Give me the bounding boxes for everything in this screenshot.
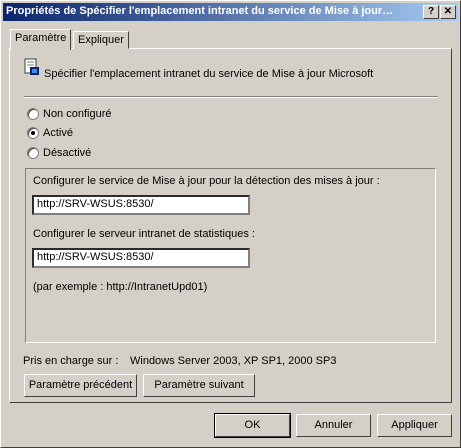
ok-button[interactable]: OK xyxy=(214,413,291,438)
next-setting-button[interactable]: Paramètre suivant xyxy=(143,374,255,397)
supported-value: Windows Server 2003, XP SP1, 2000 SP3 xyxy=(130,355,337,367)
previous-setting-button[interactable]: Paramètre précédent xyxy=(24,374,137,397)
radio-label-non-configure[interactable]: Non configuré xyxy=(43,108,112,120)
policy-heading: Spécifier l'emplacement intranet du serv… xyxy=(44,68,374,80)
radio-non-configure[interactable] xyxy=(27,108,39,120)
radio-desactive[interactable] xyxy=(27,147,39,159)
stats-server-label: Configurer le serveur intranet de statis… xyxy=(33,228,255,240)
cancel-button[interactable]: Annuler xyxy=(296,414,371,437)
example-text: (par exemple : http://IntranetUpd01) xyxy=(33,281,208,293)
update-service-label: Configurer le service de Mise à jour pou… xyxy=(33,175,380,187)
separator xyxy=(24,96,438,98)
stats-server-input[interactable]: http://SRV-WSUS:8530/ xyxy=(32,248,250,268)
radio-label-active[interactable]: Activé xyxy=(43,127,73,139)
radio-label-desactive[interactable]: Désactivé xyxy=(43,147,91,159)
radio-active[interactable] xyxy=(27,127,39,139)
update-service-input[interactable]: http://SRV-WSUS:8530/ xyxy=(32,195,250,215)
tab-expliquer[interactable]: Expliquer xyxy=(73,31,129,49)
close-button[interactable]: ✕ xyxy=(440,5,456,19)
title-bar[interactable]: Propriétés de Spécifier l'emplacement in… xyxy=(3,3,458,21)
tab-parametre[interactable]: Paramètre xyxy=(10,29,72,50)
apply-button[interactable]: Appliquer xyxy=(377,414,452,437)
policy-setting-icon xyxy=(24,58,39,75)
help-button[interactable]: ? xyxy=(423,5,439,19)
window-title: Propriétés de Spécifier l'emplacement in… xyxy=(6,5,394,17)
supported-label: Pris en charge sur : xyxy=(23,355,119,367)
